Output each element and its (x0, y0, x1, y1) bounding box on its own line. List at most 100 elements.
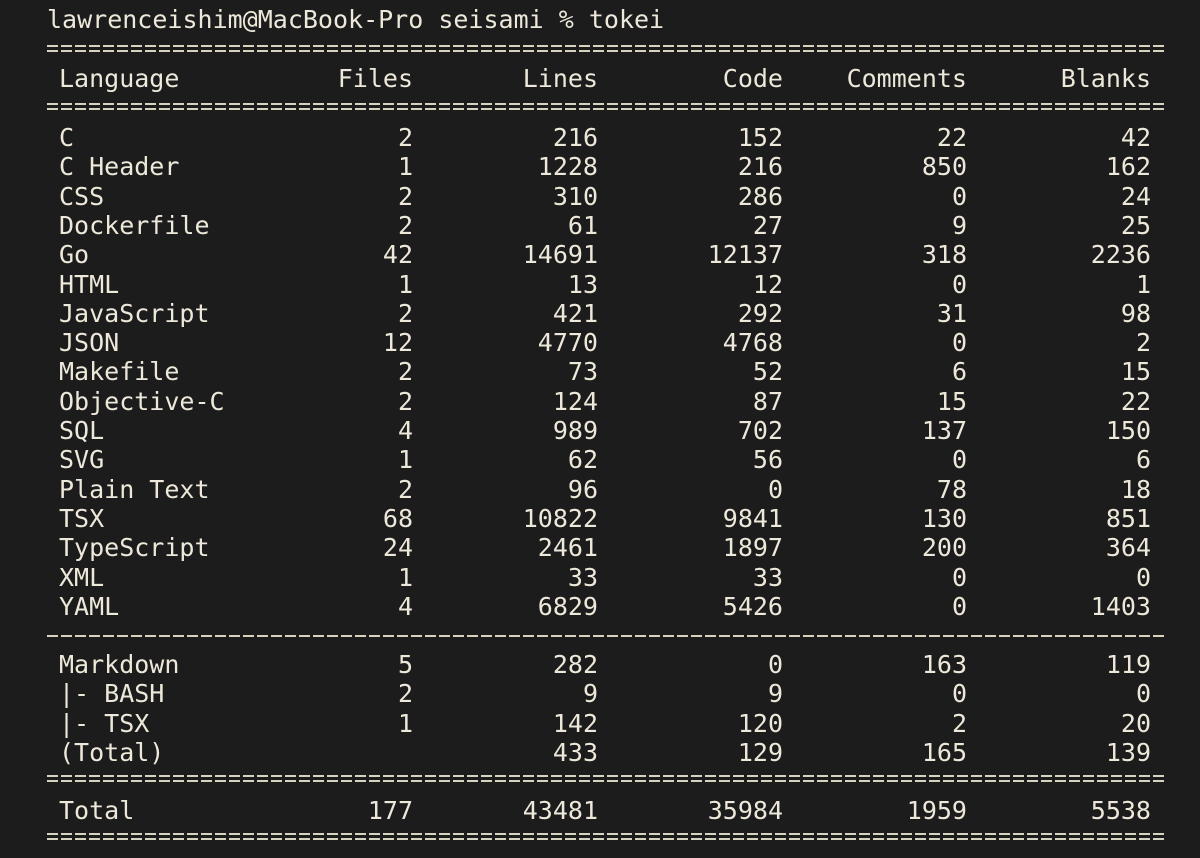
table-bottom-rule (47, 833, 1166, 840)
row-language-cell: C Header (59, 152, 180, 182)
row-language-cell: JSON (59, 328, 120, 358)
row-blanks-cell: 42 (1120, 123, 1151, 152)
row-comments-cell: 9 (951, 210, 967, 240)
table-row: Plain Text 2 96 0 78 18 (0, 475, 1200, 504)
row-files-cell: 2 (397, 298, 413, 328)
row-files-cell: 2 (397, 386, 413, 416)
total-lines-cell: 43481 (522, 796, 598, 825)
markdown-files-cell: 1 (397, 708, 413, 738)
row-blanks-cell: 0 (1135, 562, 1151, 592)
row-comments-cell: 850 (921, 152, 967, 182)
row-code-cell: 33 (752, 562, 783, 592)
row-code-cell: 9841 (722, 503, 783, 533)
markdown-blanks-cell: 20 (1120, 708, 1151, 738)
row-comments-cell: 0 (951, 562, 967, 592)
row-blanks-cell: 15 (1120, 357, 1151, 387)
row-lines-cell: 14691 (522, 240, 598, 270)
markdown-separator-rule (47, 635, 1166, 637)
markdown-comments-cell: 0 (951, 679, 967, 709)
row-comments-cell: 0 (951, 445, 967, 475)
row-files-cell: 24 (382, 533, 413, 563)
terminal-window[interactable]: lawrenceishim@MacBook-Pro seisami % toke… (0, 0, 1200, 858)
row-language-cell: Dockerfile (59, 210, 210, 240)
markdown-files-cell: 2 (397, 679, 413, 709)
row-language-cell: CSS (59, 181, 105, 211)
table-row: JSON 12 4770 4768 0 2 (0, 328, 1200, 357)
markdown-language-cell: |- TSX (59, 708, 150, 738)
markdown-lines-cell: 142 (552, 708, 598, 738)
row-code-cell: 702 (737, 416, 783, 445)
row-language-cell: Objective-C (59, 386, 225, 416)
markdown-row: |- TSX 1 142 120 2 20 (0, 709, 1200, 738)
markdown-code-cell: 0 (767, 650, 783, 679)
row-files-cell: 2 (397, 123, 413, 152)
table-row: C Header 1 1228 216 850 162 (0, 152, 1200, 181)
row-code-cell: 292 (737, 298, 783, 328)
row-lines-cell: 13 (567, 269, 598, 299)
row-files-cell: 4 (397, 591, 413, 621)
markdown-language-cell: |- BASH (59, 679, 165, 709)
markdown-lines-cell: 433 (552, 737, 598, 767)
markdown-blanks-cell: 119 (1105, 650, 1151, 679)
table-row: C 2 216 152 22 42 (0, 123, 1200, 152)
row-files-cell: 1 (397, 562, 413, 592)
total-language-cell: Total (59, 796, 135, 825)
table-row: SQL 4 989 702 137 150 (0, 416, 1200, 445)
row-code-cell: 56 (752, 445, 783, 475)
row-blanks-cell: 2236 (1090, 240, 1151, 270)
table-row: JavaScript 2 421 292 31 98 (0, 299, 1200, 328)
row-blanks-cell: 2 (1135, 328, 1151, 358)
row-files-cell: 68 (382, 503, 413, 533)
row-lines-cell: 421 (552, 298, 598, 328)
row-files-cell: 1 (397, 152, 413, 182)
row-code-cell: 286 (737, 181, 783, 211)
markdown-comments-cell: 165 (921, 737, 967, 767)
row-code-cell: 52 (752, 357, 783, 387)
row-code-cell: 27 (752, 210, 783, 240)
markdown-lines-cell: 9 (582, 679, 598, 709)
total-code-cell: 35984 (707, 796, 783, 825)
table-row: Objective-C 2 124 87 15 22 (0, 387, 1200, 416)
markdown-lines-cell: 282 (552, 650, 598, 679)
row-lines-cell: 62 (567, 445, 598, 475)
table-row: SVG 1 62 56 0 6 (0, 445, 1200, 474)
header-language-cell: Language (59, 64, 180, 93)
table-top-rule (47, 45, 1166, 52)
table-row: HTML 1 13 12 0 1 (0, 270, 1200, 299)
row-code-cell: 152 (737, 123, 783, 152)
row-lines-cell: 61 (567, 210, 598, 240)
row-comments-cell: 15 (936, 386, 967, 416)
row-blanks-cell: 25 (1120, 210, 1151, 240)
markdown-row: |- BASH 2 9 9 0 0 (0, 679, 1200, 708)
row-comments-cell: 318 (921, 240, 967, 270)
markdown-code-cell: 9 (767, 679, 783, 709)
row-lines-cell: 96 (567, 474, 598, 504)
markdown-comments-cell: 2 (951, 708, 967, 738)
row-lines-cell: 989 (552, 416, 598, 445)
total-files-cell: 177 (367, 796, 413, 825)
row-language-cell: Makefile (59, 357, 180, 387)
row-code-cell: 1897 (722, 533, 783, 563)
row-lines-cell: 2461 (537, 533, 598, 563)
row-comments-cell: 6 (951, 357, 967, 387)
row-language-cell: YAML (59, 591, 120, 621)
row-files-cell: 4 (397, 416, 413, 445)
row-lines-cell: 6829 (537, 591, 598, 621)
total-row: Total 177 43481 35984 1959 5538 (0, 796, 1200, 825)
header-separator-rule (47, 103, 1166, 110)
total-blanks-cell: 5538 (1090, 796, 1151, 825)
row-lines-cell: 73 (567, 357, 598, 387)
row-files-cell: 12 (382, 328, 413, 358)
header-lines-cell: Lines (522, 64, 598, 93)
row-language-cell: C (59, 123, 75, 152)
row-comments-cell: 78 (936, 474, 967, 504)
row-blanks-cell: 22 (1120, 386, 1151, 416)
row-lines-cell: 310 (552, 181, 598, 211)
row-files-cell: 2 (397, 181, 413, 211)
table-row: CSS 2 310 286 0 24 (0, 182, 1200, 211)
row-lines-cell: 10822 (522, 503, 598, 533)
row-language-cell: Go (59, 240, 90, 270)
markdown-code-cell: 120 (737, 708, 783, 738)
header-comments-cell: Comments (846, 64, 967, 93)
row-language-cell: SVG (59, 445, 105, 475)
